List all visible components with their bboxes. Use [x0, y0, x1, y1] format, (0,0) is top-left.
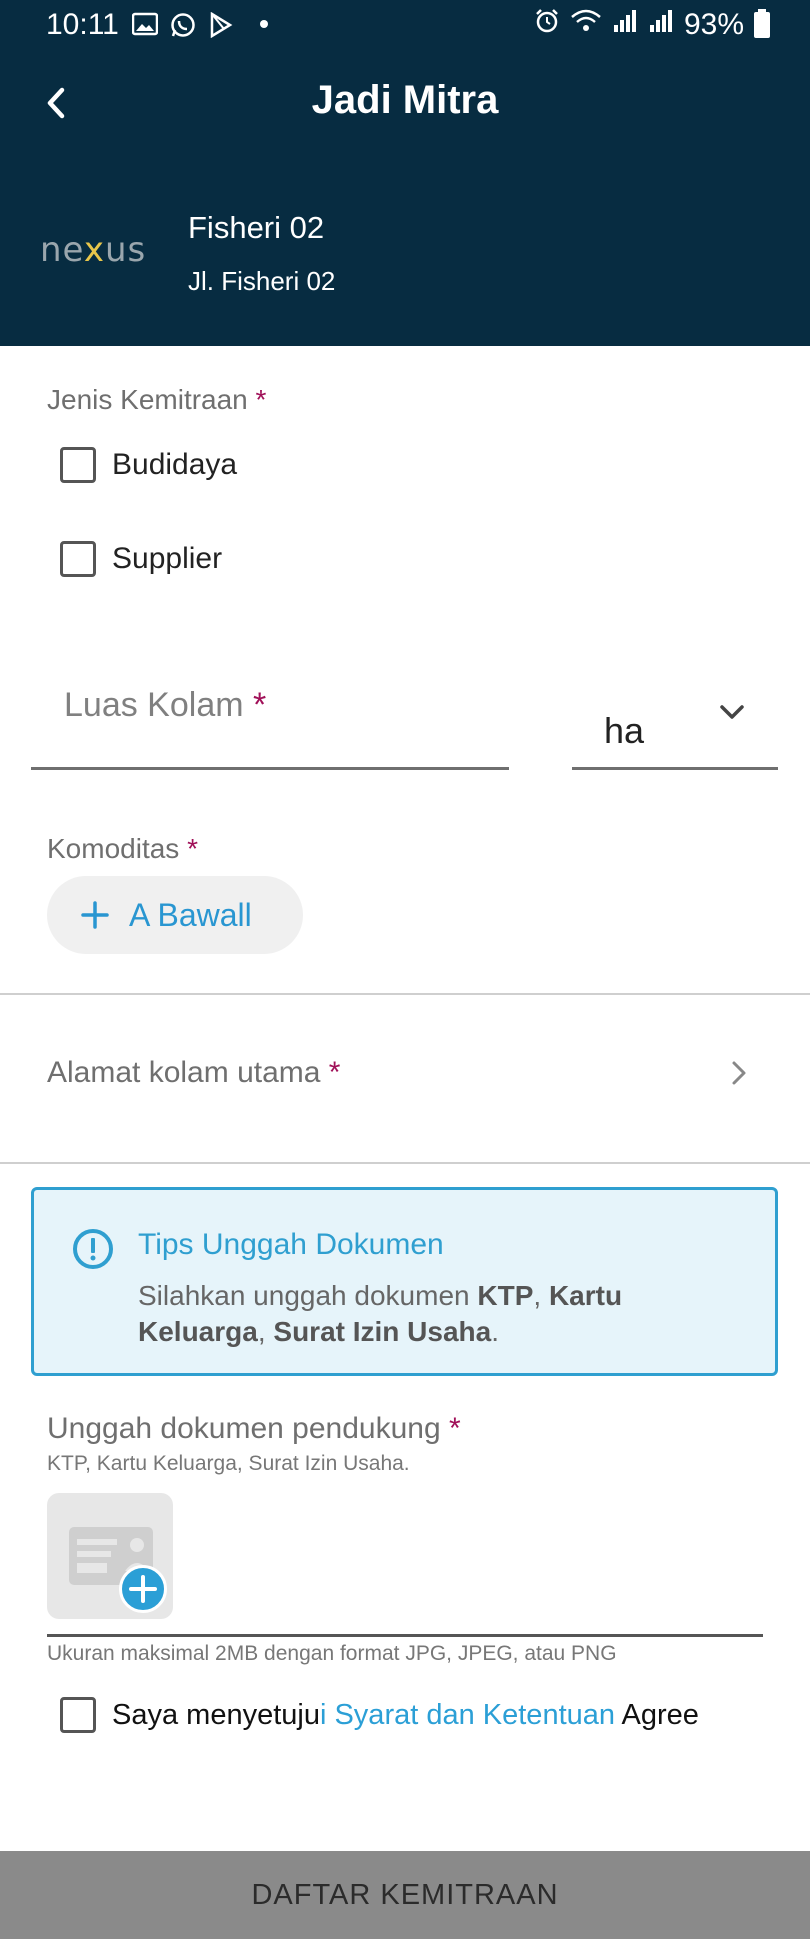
- page-title: Jadi Mitra: [311, 78, 499, 122]
- status-icons-left: [131, 11, 268, 39]
- signal-icon: [648, 8, 674, 42]
- agree-terms-row[interactable]: Saya menyetujui Syarat dan Ketentuan Agr…: [60, 1697, 699, 1733]
- checkbox-budidaya[interactable]: Budidaya: [60, 447, 237, 483]
- battery-percent: 93%: [683, 8, 744, 41]
- submit-label: DAFTAR KEMITRAAN: [251, 1878, 559, 1911]
- checkbox-icon[interactable]: [60, 541, 96, 577]
- unit-select-underline: [572, 767, 778, 770]
- required-mark: *: [449, 1412, 461, 1445]
- required-mark: *: [253, 686, 267, 724]
- agree-checkbox[interactable]: [60, 1697, 96, 1733]
- add-document-icon[interactable]: [119, 1565, 167, 1613]
- checkbox-supplier[interactable]: Supplier: [60, 541, 222, 577]
- checkbox-label: Budidaya: [112, 448, 238, 481]
- tips-body: Silahkan unggah dokumen KTP, Kartu Kelua…: [138, 1280, 623, 1347]
- store-address: Jl. Fisheri 02: [188, 266, 336, 296]
- chevron-right-icon: [732, 1061, 746, 1085]
- wifi-icon: [570, 8, 602, 42]
- required-mark: *: [328, 1056, 341, 1089]
- upload-underline: [47, 1634, 763, 1637]
- terms-link[interactable]: i Syarat dan Ketentuan: [320, 1699, 615, 1731]
- plus-icon: [81, 901, 109, 929]
- partner-logo: nexus: [40, 230, 147, 270]
- unit-select-value[interactable]: ha: [604, 710, 644, 752]
- chip-label: A Bawall: [129, 896, 252, 933]
- submit-button[interactable]: DAFTAR KEMITRAAN: [0, 1851, 810, 1939]
- tips-title: Tips Unggah Dokumen: [138, 1228, 444, 1261]
- signal-icon: [612, 8, 638, 42]
- dot-icon: [260, 20, 268, 28]
- alamat-kolam-label: Alamat kolam utama *: [47, 1056, 341, 1089]
- agree-text: Saya menyetujui Syarat dan Ketentuan Agr…: [112, 1698, 699, 1731]
- luas-kolam-underline: [31, 767, 509, 770]
- header: 10:11 93% Jadi Mitra nexus Fisheri 02 Jl…: [0, 0, 810, 346]
- komoditas-label: Komoditas *: [47, 833, 198, 864]
- whatsapp-icon: [170, 12, 196, 37]
- jenis-kemitraan-label: Jenis Kemitraan *: [47, 384, 267, 415]
- required-mark: *: [187, 833, 198, 864]
- checkbox-label: Supplier: [112, 542, 223, 575]
- required-mark: *: [255, 384, 267, 415]
- status-time: 10:11: [46, 8, 119, 41]
- info-icon: [73, 1229, 113, 1269]
- upload-hint: Ukuran maksimal 2MB dengan format JPG, J…: [47, 1642, 617, 1665]
- komoditas-chip[interactable]: A Bawall: [47, 876, 303, 954]
- store-name: Fisheri 02: [188, 210, 325, 245]
- play-store-icon: [208, 11, 234, 39]
- upload-label: Unggah dokumen pendukung *: [47, 1412, 461, 1445]
- alarm-icon: [534, 8, 560, 42]
- upload-sublabel: KTP, Kartu Keluarga, Surat Izin Usaha.: [47, 1452, 410, 1475]
- tips-box: Tips Unggah Dokumen Silahkan unggah doku…: [31, 1187, 778, 1376]
- battery-icon: [754, 9, 770, 38]
- divider: [0, 1162, 810, 1164]
- chevron-down-icon[interactable]: [716, 696, 748, 728]
- image-icon: [131, 12, 159, 36]
- luas-kolam-input[interactable]: Luas Kolam *: [64, 686, 266, 725]
- status-icons-right: 93%: [534, 8, 770, 42]
- status-bar: 10:11 93%: [0, 0, 810, 52]
- checkbox-icon[interactable]: [60, 447, 96, 483]
- alamat-kolam-row[interactable]: Alamat kolam utama *: [0, 996, 810, 1162]
- divider: [0, 993, 810, 995]
